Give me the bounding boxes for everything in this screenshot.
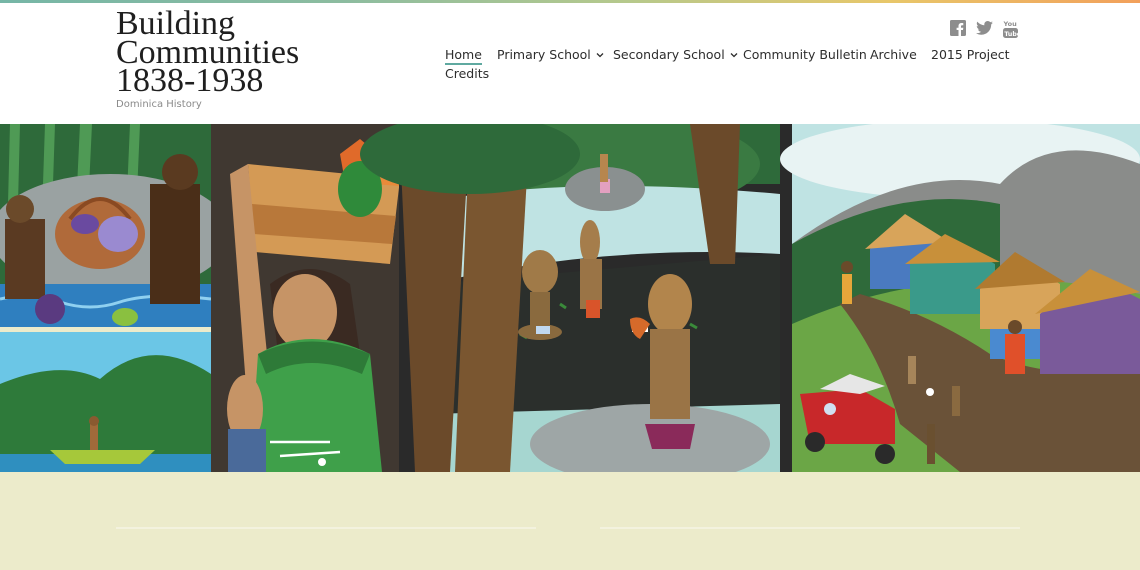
nav-item-archive-label: Archive (870, 47, 917, 62)
nav-item-credits[interactable]: Credits (445, 66, 489, 81)
svg-text:You: You (1003, 20, 1017, 28)
nav-item-home[interactable]: Home (445, 47, 482, 65)
content-divider-left (116, 527, 536, 529)
nav-item-community-bulletin-label: Community Bulletin (743, 47, 867, 62)
site-title-line3: 1838-1938 (116, 62, 264, 99)
hero-illustration (0, 124, 1140, 472)
twitter-icon[interactable] (974, 18, 994, 38)
svg-text:Tube: Tube (1004, 30, 1018, 37)
nav-item-archive[interactable]: Archive (870, 47, 917, 62)
chevron-down-icon (596, 52, 604, 57)
nav-item-2015-project-label: 2015 Project (931, 47, 1010, 62)
page-content-area (0, 472, 1140, 570)
site-tagline: Dominica History (116, 99, 202, 110)
facebook-icon[interactable] (948, 18, 968, 38)
nav-item-primary-school-label: Primary School (497, 47, 591, 62)
nav-item-home-label: Home (445, 47, 482, 65)
nav-item-secondary-school-label: Secondary School (613, 47, 725, 62)
nav-item-community-bulletin[interactable]: Community Bulletin (743, 47, 867, 62)
nav-item-primary-school[interactable]: Primary School (497, 47, 604, 62)
content-divider-right (600, 527, 1020, 529)
site-header: Building Communities 1838-1938 Dominica … (0, 3, 1140, 124)
nav-item-credits-label: Credits (445, 66, 490, 81)
nav-item-2015-project[interactable]: 2015 Project (931, 47, 1010, 62)
site-title[interactable]: Building Communities 1838-1938 (116, 7, 346, 99)
youtube-icon[interactable]: You Tube (1000, 18, 1020, 38)
nav-item-secondary-school[interactable]: Secondary School (613, 47, 738, 62)
chevron-down-icon (730, 52, 738, 57)
hero-illustration-art (0, 124, 1140, 472)
